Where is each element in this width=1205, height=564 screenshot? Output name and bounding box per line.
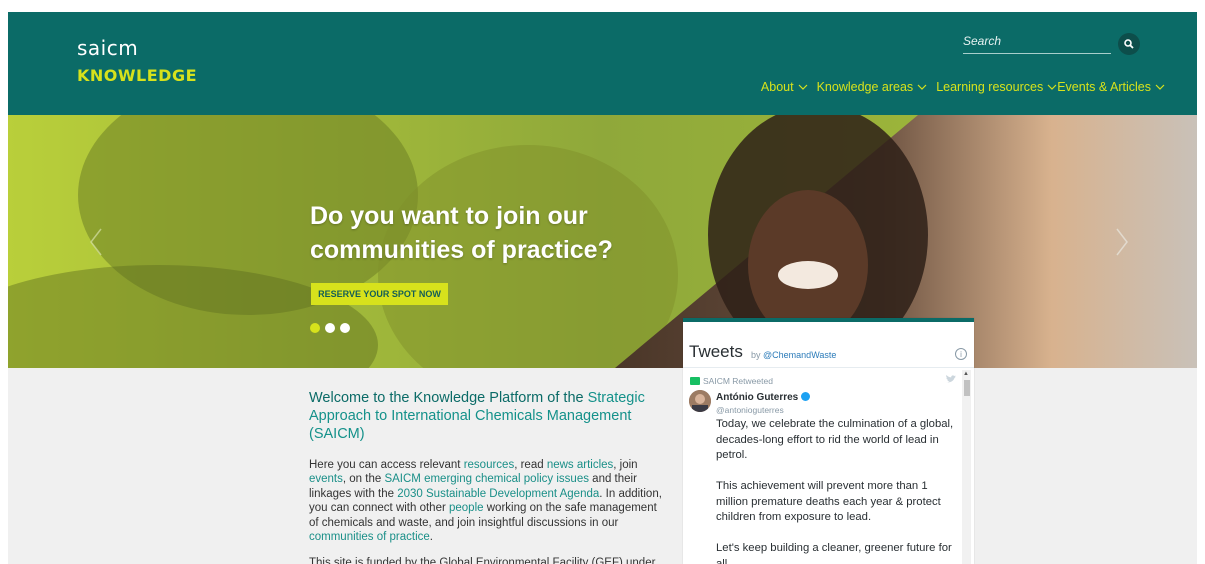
funding-paragraph: This site is funded by the Global Enviro… <box>309 557 656 564</box>
intro-text: , read <box>514 459 547 471</box>
saicm-logo[interactable]: saicm <box>77 36 138 60</box>
by-label: by <box>751 350 761 360</box>
avatar-image <box>689 390 711 412</box>
nav-item-label: About <box>760 80 794 94</box>
carousel-next-arrow[interactable] <box>1114 227 1130 257</box>
tweet-author[interactable]: António Guterres <box>716 392 811 403</box>
carousel-prev-arrow[interactable] <box>88 227 104 257</box>
nav-item-label: Events & Articles <box>1057 80 1151 94</box>
sdg-agenda-link[interactable]: 2030 Sustainable Development Agenda <box>397 488 599 500</box>
site-header: saicm KNOWLEDGE About Knowledge areas Le… <box>8 12 1197 115</box>
emerging-policy-issues-link[interactable]: SAICM emerging chemical policy issues <box>384 473 589 485</box>
people-link[interactable]: people <box>449 502 484 514</box>
carousel-dot-1[interactable] <box>310 323 320 333</box>
hero-title: Do you want to join our communities of p… <box>310 202 613 264</box>
tweet-paragraph: Let's keep building a cleaner, greener f… <box>716 542 952 564</box>
events-link[interactable]: events <box>309 473 343 485</box>
main-nav: About Knowledge areas Learning resources… <box>752 80 1165 94</box>
chevron-down-icon <box>1047 84 1057 90</box>
chevron-down-icon <box>798 84 808 90</box>
resources-link[interactable]: resources <box>464 459 515 471</box>
news-articles-link[interactable]: news articles <box>547 459 613 471</box>
verified-badge-icon <box>801 392 811 401</box>
avatar[interactable] <box>689 390 711 412</box>
nav-item-about[interactable]: About <box>761 80 808 94</box>
scroll-up-arrow-icon[interactable]: ▲ <box>963 371 969 377</box>
retweet-label: SAICM Retweeted <box>703 376 773 386</box>
communities-of-practice-link[interactable]: communities of practice <box>309 531 430 543</box>
search-field <box>963 30 1111 54</box>
search-icon <box>1124 39 1134 49</box>
intro-text: Here you can access relevant <box>309 459 464 471</box>
nav-item-label: Knowledge areas <box>816 80 914 94</box>
carousel-dot-2[interactable] <box>325 323 335 333</box>
tweets-title: Tweets <box>689 342 743 361</box>
nav-item-learning-resources[interactable]: Learning resources <box>936 80 1057 94</box>
welcome-heading: Welcome to the Knowledge Platform of the… <box>309 389 669 443</box>
tweets-header: Tweets by @ChemandWaste i <box>683 322 974 368</box>
carousel-dots <box>310 323 350 333</box>
tweet-paragraph: This achievement will prevent more than … <box>716 480 941 523</box>
search-input[interactable] <box>963 30 1103 52</box>
intro-paragraph: Here you can access relevant resources, … <box>309 458 664 544</box>
twitter-bird-icon[interactable] <box>945 374 957 384</box>
knowledge-logo-text[interactable]: KNOWLEDGE <box>77 66 197 85</box>
chevron-down-icon <box>1155 84 1165 90</box>
intro-text: , join <box>613 459 638 471</box>
tweets-by-line: by @ChemandWaste <box>751 350 836 360</box>
tweet-paragraph: Today, we celebrate the culmination of a… <box>716 418 954 461</box>
tweets-scrollbar[interactable] <box>962 370 971 564</box>
info-icon[interactable]: i <box>955 348 967 360</box>
chevron-left-icon <box>90 228 102 256</box>
chemandwaste-handle-link[interactable]: @ChemandWaste <box>763 350 836 360</box>
nav-item-events-articles[interactable]: Events & Articles <box>1057 80 1165 94</box>
retweet-icon <box>690 377 700 385</box>
tweets-scrollbar-thumb[interactable] <box>964 380 970 396</box>
tweet-author-name: António Guterres <box>716 392 799 403</box>
tweet-author-handle[interactable]: @antonioguterres <box>716 405 784 415</box>
search-button[interactable] <box>1118 33 1140 55</box>
intro-text: , on the <box>342 473 385 486</box>
intro-text: . <box>429 531 433 544</box>
tweet-text: Today, we celebrate the culmination of a… <box>716 417 961 564</box>
carousel-dot-3[interactable] <box>340 323 350 333</box>
nav-item-label: Learning resources <box>936 80 1044 94</box>
hero-carousel: Do you want to join our communities of p… <box>8 115 1197 368</box>
welcome-heading-text: Welcome to the Knowledge Platform of the <box>309 390 588 406</box>
reserve-spot-button[interactable]: RESERVE YOUR SPOT NOW <box>311 283 448 305</box>
chevron-right-icon <box>1116 228 1128 256</box>
page: saicm KNOWLEDGE About Knowledge areas Le… <box>0 0 1205 564</box>
nav-item-knowledge-areas[interactable]: Knowledge areas <box>817 80 928 94</box>
twitter-timeline-widget: Tweets by @ChemandWaste i SAICM Retweete… <box>683 318 974 564</box>
chevron-down-icon <box>917 84 927 90</box>
